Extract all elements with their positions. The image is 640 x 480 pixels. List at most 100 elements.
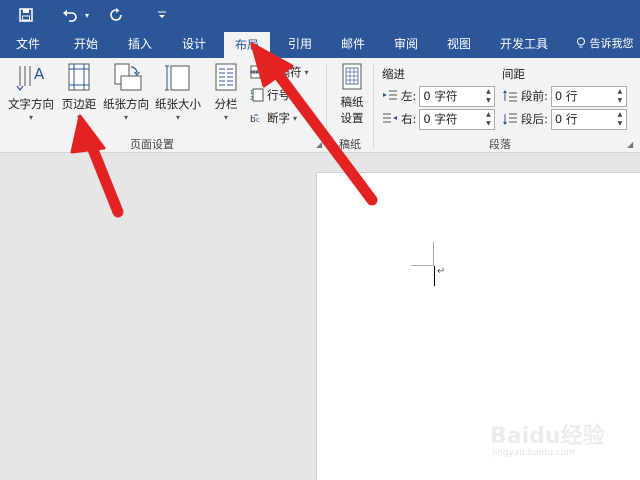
svg-text:A: A bbox=[34, 65, 45, 83]
tab-home[interactable]: 开始 bbox=[64, 30, 108, 58]
spacing-before-label: 段前: bbox=[521, 89, 548, 103]
tell-me-box[interactable]: 告诉我您 bbox=[576, 30, 634, 58]
paragraph-group-label: 段落 bbox=[489, 138, 511, 151]
crop-mark-horizontal bbox=[411, 265, 434, 266]
spacing-before-value: 0 行 bbox=[554, 88, 578, 103]
indent-left-value: 0 字符 bbox=[423, 88, 458, 103]
chevron-down-icon: ▾ bbox=[76, 113, 81, 122]
spacing-before-row: 段前: 0 行 ▲ ▼ bbox=[502, 85, 627, 107]
indent-left-row: 左: 0 字符 ▲ ▼ bbox=[382, 85, 496, 107]
line-numbers-button[interactable]: 12 行号 ▾ bbox=[250, 87, 297, 103]
tab-layout[interactable]: 布局 bbox=[224, 32, 270, 58]
indent-right-row: 右: 0 字符 ▲ ▼ bbox=[382, 108, 496, 130]
chevron-down-icon: ▾ bbox=[123, 113, 128, 122]
undo-icon[interactable] bbox=[58, 4, 82, 26]
tab-review[interactable]: 审阅 bbox=[384, 30, 428, 58]
columns-icon bbox=[215, 63, 237, 91]
tell-me-text: 告诉我您 bbox=[589, 37, 634, 50]
chevron-down-icon: ▾ bbox=[304, 67, 309, 77]
manuscript-settings-button[interactable]: 稿纸 设置 bbox=[332, 62, 372, 126]
group-separator bbox=[373, 64, 374, 148]
orientation-label: 纸张方向 bbox=[103, 97, 149, 111]
chevron-down-icon: ▾ bbox=[175, 113, 180, 122]
paragraph-launcher-icon[interactable]: ◢ bbox=[627, 140, 633, 149]
svg-text:c: c bbox=[256, 116, 260, 124]
size-label: 纸张大小 bbox=[155, 97, 201, 111]
breaks-button[interactable]: 分隔符 ▾ bbox=[250, 64, 309, 80]
customize-qat-icon[interactable] bbox=[152, 4, 172, 26]
text-direction-label: 文字方向 bbox=[8, 97, 54, 111]
indent-right-input[interactable]: 0 字符 ▲ ▼ bbox=[419, 108, 496, 130]
chevron-down-icon: ▾ bbox=[28, 113, 33, 122]
orientation-button[interactable]: 纸张方向 ▾ bbox=[100, 62, 152, 122]
indent-right-icon bbox=[383, 113, 397, 123]
crop-mark-vertical bbox=[433, 242, 434, 266]
tab-file[interactable]: 文件 bbox=[6, 30, 50, 58]
spacing-after-input[interactable]: 0 行 ▲ ▼ bbox=[550, 108, 627, 130]
text-direction-icon: A bbox=[16, 65, 45, 91]
tab-insert[interactable]: 插入 bbox=[118, 30, 162, 58]
chevron-down-icon: ▾ bbox=[223, 113, 228, 122]
spacing-before-input[interactable]: 0 行 ▲ ▼ bbox=[550, 85, 627, 107]
tab-mailings[interactable]: 邮件 bbox=[331, 30, 375, 58]
indent-left-input[interactable]: 0 字符 ▲ ▼ bbox=[419, 85, 496, 107]
text-cursor bbox=[434, 266, 435, 286]
spinner-arrows-icon[interactable]: ▲ ▼ bbox=[483, 87, 493, 106]
redo-icon[interactable] bbox=[104, 4, 128, 26]
spacing-after-value: 0 行 bbox=[554, 111, 578, 126]
orientation-icon bbox=[114, 63, 142, 91]
spacing-after-row: 段后: 0 行 ▲ ▼ bbox=[502, 108, 627, 130]
chevron-down-icon: ▾ bbox=[293, 113, 298, 123]
spinner-arrows-icon[interactable]: ▲ ▼ bbox=[483, 110, 493, 129]
manuscript-icon bbox=[342, 63, 362, 90]
lightbulb-icon bbox=[576, 37, 590, 50]
line-numbers-icon: 12 bbox=[250, 88, 264, 102]
breaks-label: 分隔符 bbox=[267, 65, 302, 79]
margins-label: 页边距 bbox=[61, 97, 97, 111]
watermark-logo: Baidu经验 bbox=[490, 424, 605, 449]
undo-dropdown-icon[interactable]: ▾ bbox=[82, 4, 92, 26]
indent-heading: 缩进 bbox=[382, 67, 405, 81]
spacing-after-icon bbox=[503, 113, 517, 125]
paragraph-mark: ↵ bbox=[437, 266, 446, 277]
indent-left-label: 左: bbox=[401, 89, 417, 103]
spacing-heading: 间距 bbox=[502, 67, 525, 81]
hyphenation-button[interactable]: bc 断字 ▾ bbox=[250, 110, 297, 126]
breaks-icon bbox=[250, 65, 262, 79]
size-button[interactable]: 纸张大小 ▾ bbox=[152, 62, 204, 122]
indent-right-value: 0 字符 bbox=[423, 111, 458, 126]
manuscript-group-label: 稿纸 bbox=[339, 138, 361, 151]
svg-text:2: 2 bbox=[250, 96, 253, 102]
baidu-watermark: Baidu经验 jingyan.baidu.com bbox=[490, 412, 610, 464]
group-separator bbox=[326, 64, 327, 148]
indent-left-icon bbox=[383, 90, 397, 100]
line-numbers-label: 行号 bbox=[267, 88, 290, 102]
columns-button[interactable]: 分栏 ▾ bbox=[208, 62, 244, 122]
tab-view[interactable]: 视图 bbox=[437, 30, 481, 58]
tab-references[interactable]: 引用 bbox=[278, 30, 322, 58]
save-icon[interactable] bbox=[14, 4, 38, 26]
page-setup-launcher-icon[interactable]: ◢ bbox=[316, 140, 322, 149]
hyphenation-label: 断字 bbox=[267, 111, 290, 125]
text-direction-button[interactable]: A 文字方向 ▾ bbox=[4, 62, 58, 122]
margins-icon bbox=[68, 63, 90, 91]
quick-access-toolbar: ▾ bbox=[0, 0, 640, 30]
paper-size-icon bbox=[165, 65, 190, 91]
hyphenation-icon: bc bbox=[250, 114, 260, 125]
spinner-arrows-icon[interactable]: ▲ ▼ bbox=[615, 110, 625, 129]
chevron-down-icon: ▾ bbox=[293, 90, 298, 100]
margins-button[interactable]: 页边距 ▾ bbox=[58, 62, 100, 122]
columns-label: 分栏 bbox=[214, 97, 238, 111]
spinner-arrows-icon[interactable]: ▲ ▼ bbox=[615, 87, 625, 106]
ribbon-layout: A 文字方向 ▾ 页边距 ▾ 纸张方向 ▾ 纸张大小 ▾ 分栏 ▾ 分隔符 ▾ … bbox=[0, 58, 640, 153]
manuscript-label-line2: 设置 bbox=[340, 111, 364, 125]
spacing-before-icon bbox=[503, 90, 517, 102]
tab-developer[interactable]: 开发工具 bbox=[492, 30, 556, 58]
tab-design[interactable]: 设计 bbox=[172, 30, 216, 58]
manuscript-label-line1: 稿纸 bbox=[340, 95, 364, 109]
watermark-url: jingyan.baidu.com bbox=[492, 448, 576, 458]
ribbon-tabs: 文件 开始 插入 设计 布局 引用 邮件 审阅 视图 开发工具 告诉我您 bbox=[0, 30, 640, 58]
indent-right-label: 右: bbox=[401, 112, 417, 126]
page-setup-group-label: 页面设置 bbox=[130, 138, 174, 151]
spacing-after-label: 段后: bbox=[521, 112, 548, 126]
